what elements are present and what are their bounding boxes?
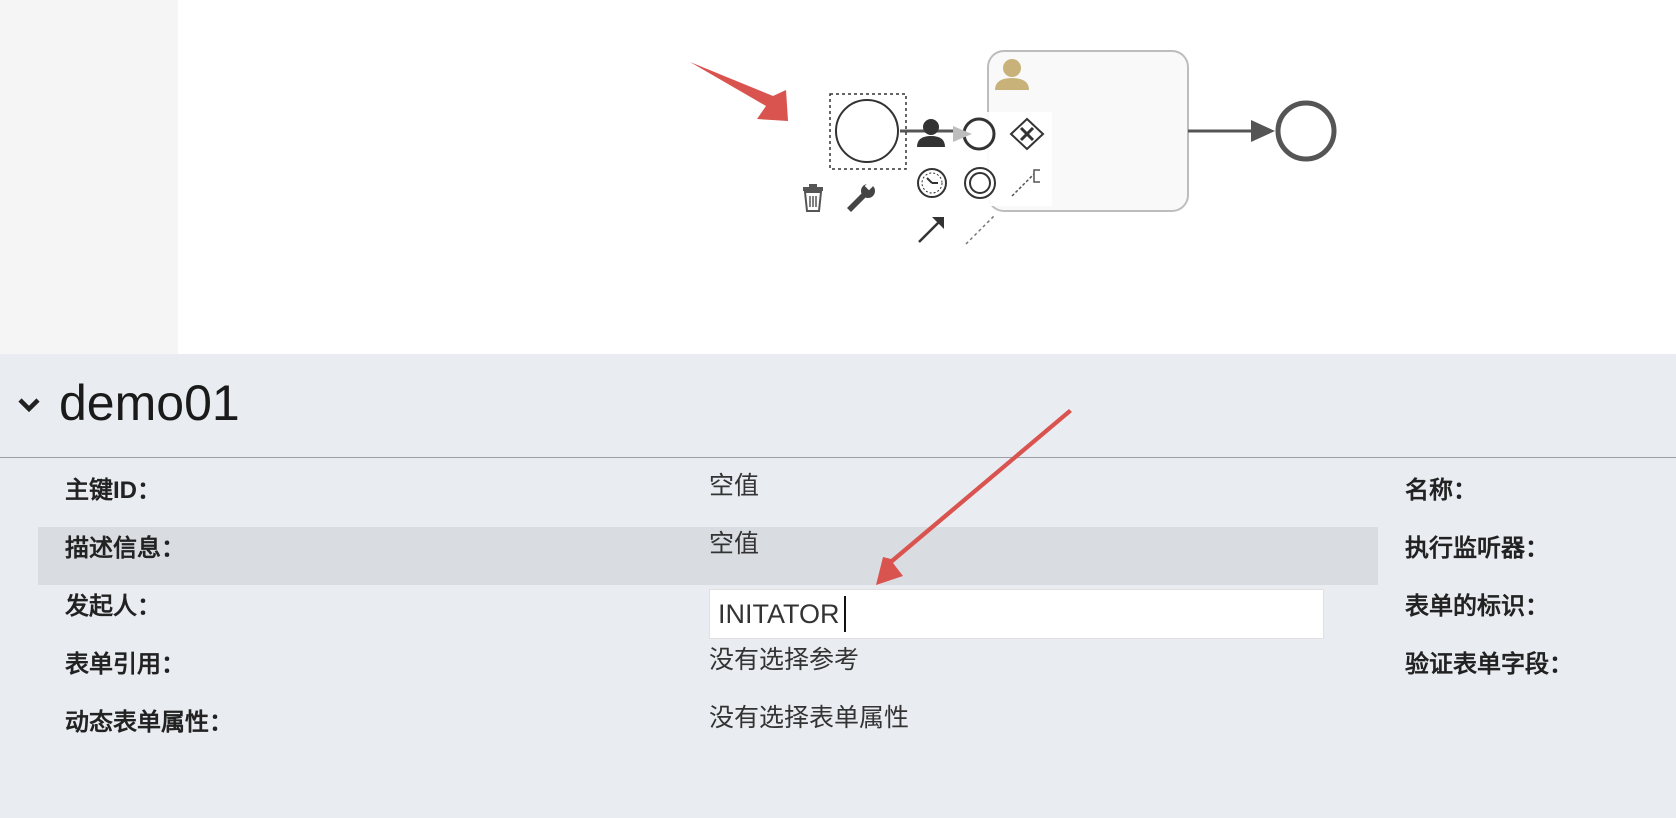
annotation-arrow-initiator <box>876 409 1072 585</box>
annotation-overlay <box>876 409 1072 585</box>
